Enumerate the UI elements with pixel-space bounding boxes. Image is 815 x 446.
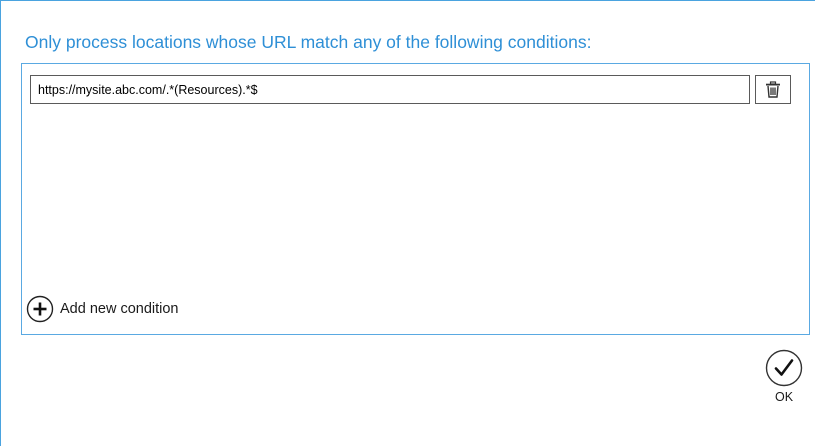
plus-circle-icon xyxy=(26,295,54,323)
checkmark-circle-icon xyxy=(765,349,803,387)
dialog-heading: Only process locations whose URL match a… xyxy=(25,32,592,52)
condition-url-input[interactable] xyxy=(30,75,750,104)
ok-label: OK xyxy=(774,390,794,404)
condition-row xyxy=(30,75,796,106)
trash-icon xyxy=(766,81,780,98)
add-condition-button[interactable]: Add new condition xyxy=(26,294,179,324)
ok-button[interactable]: OK xyxy=(763,349,805,411)
add-condition-label: Add new condition xyxy=(60,301,179,317)
conditions-list: Add new condition xyxy=(21,63,810,335)
condition-dialog: Only process locations whose URL match a… xyxy=(0,0,815,446)
delete-condition-button[interactable] xyxy=(755,75,791,104)
